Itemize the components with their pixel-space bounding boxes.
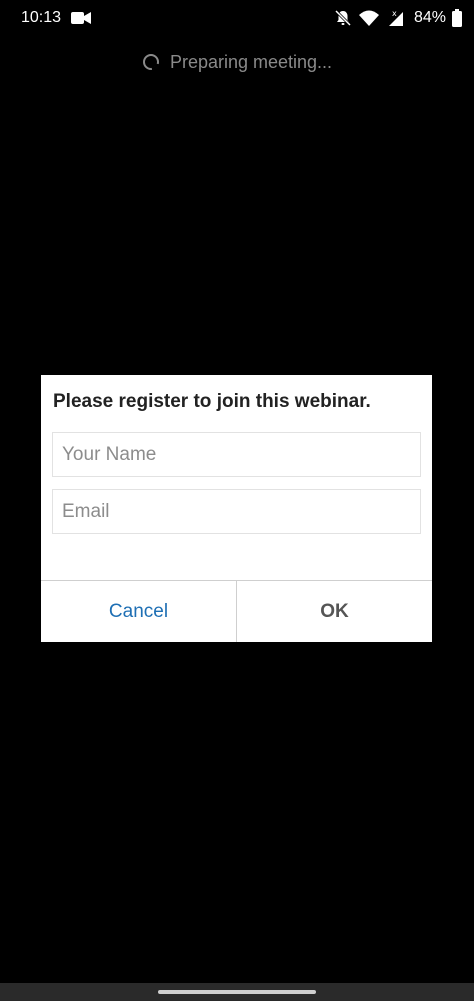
battery-icon — [452, 9, 462, 27]
ok-button[interactable]: OK — [237, 581, 432, 642]
bell-muted-icon — [334, 9, 352, 27]
status-time: 10:13 — [21, 9, 62, 26]
spinner-icon — [142, 53, 160, 71]
loading-text: Preparing meeting... — [169, 51, 333, 72]
cell-signal-icon: x — [388, 9, 403, 26]
screen: 10:13 x 84% Preparing meeting... Please … — [0, 0, 474, 1001]
register-dialog: Please register to join this webinar. Ca… — [41, 375, 432, 642]
wifi-icon — [358, 10, 379, 26]
battery-percent: 84% — [413, 9, 446, 26]
svg-text:x: x — [392, 9, 397, 18]
dialog-title: Please register to join this webinar. — [53, 391, 371, 412]
loading-indicator: Preparing meeting... — [0, 48, 474, 76]
status-icons: x 84% — [334, 6, 462, 30]
video-icon — [71, 12, 91, 24]
navigation-bar — [0, 983, 474, 1001]
home-gesture-handle[interactable] — [158, 990, 316, 994]
cancel-button[interactable]: Cancel — [41, 581, 236, 642]
email-input[interactable] — [52, 489, 421, 534]
name-input[interactable] — [52, 432, 421, 477]
status-bar: 10:13 x 84% — [0, 0, 474, 36]
